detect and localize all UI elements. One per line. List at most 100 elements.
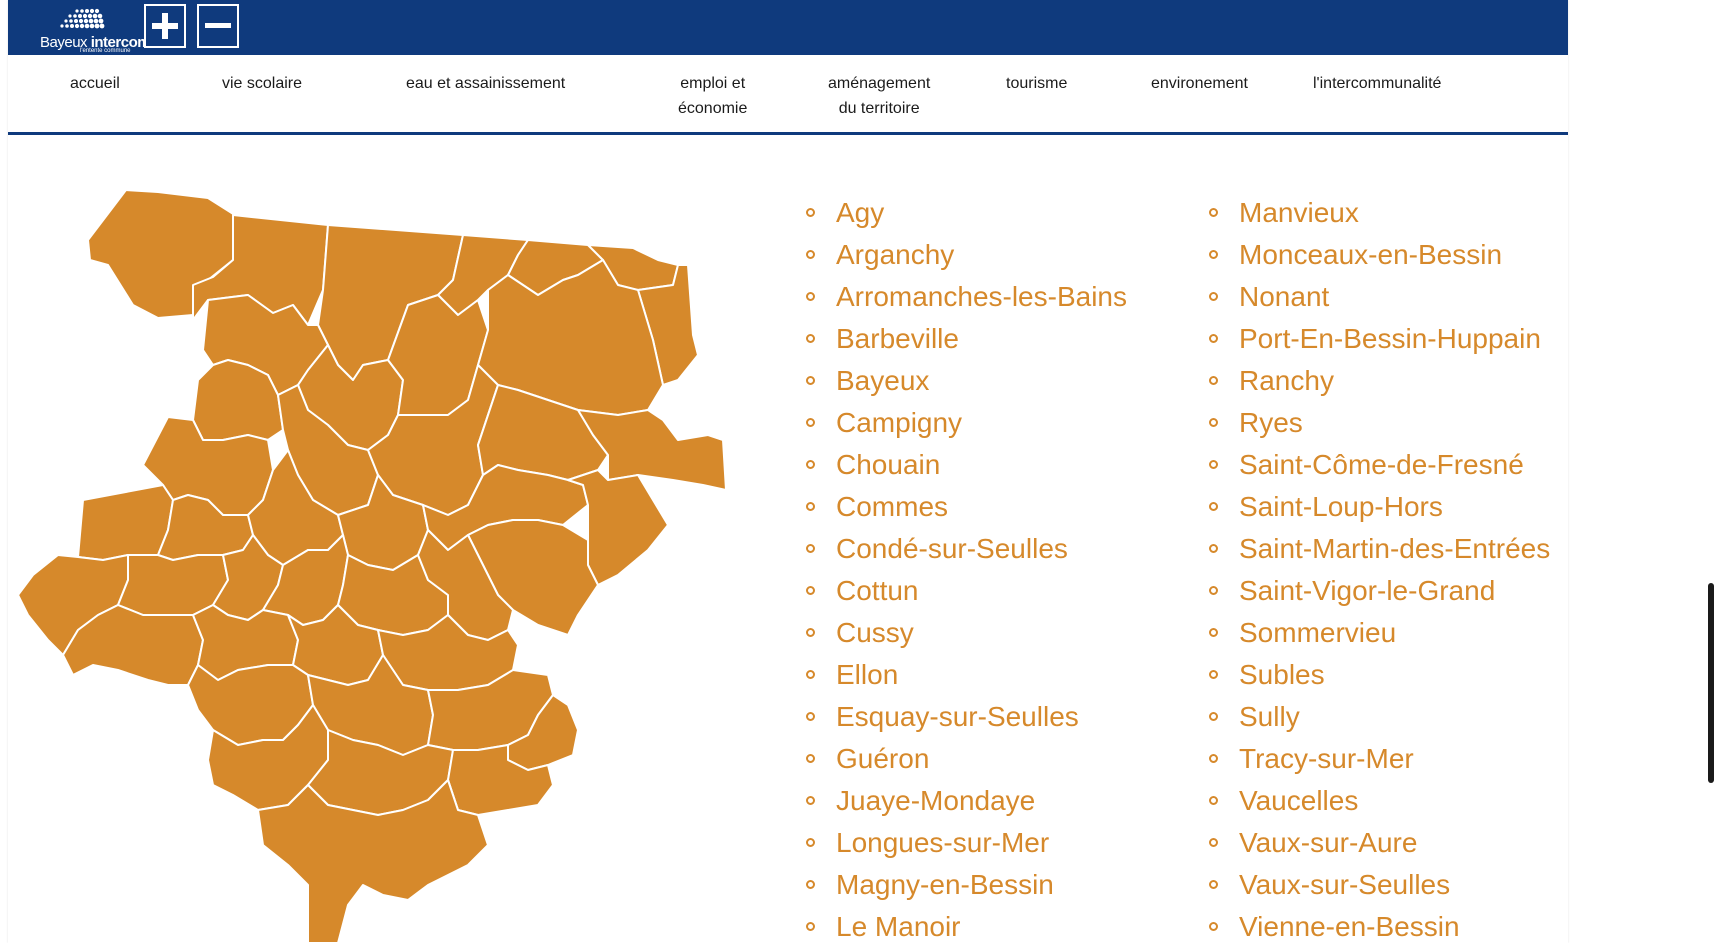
commune-link[interactable]: Nonant bbox=[1209, 276, 1550, 318]
logo-tagline: l'entente commune bbox=[80, 48, 131, 54]
commune-link[interactable]: Saint-Côme-de-Fresné bbox=[1209, 444, 1550, 486]
nav-item-tourisme[interactable]: tourisme bbox=[1006, 71, 1067, 96]
nav-item-label: tourisme bbox=[1006, 75, 1068, 92]
list-bullet-icon bbox=[1209, 754, 1218, 763]
commune-link[interactable]: Tracy-sur-Mer bbox=[1209, 738, 1550, 780]
commune-name: Magny-en-Bessin bbox=[836, 869, 1054, 900]
commune-link[interactable]: Longues-sur-Mer bbox=[806, 822, 1127, 864]
commune-link[interactable]: Chouain bbox=[806, 444, 1127, 486]
list-bullet-icon bbox=[1209, 292, 1218, 301]
commune-name: Ellon bbox=[836, 659, 899, 690]
nav-item-label: aménagement bbox=[828, 75, 931, 92]
list-bullet-icon bbox=[1209, 376, 1218, 385]
commune-name: Saint-Martin-des-Entrées bbox=[1239, 533, 1551, 564]
list-bullet-icon bbox=[806, 880, 815, 889]
commune-link[interactable]: Le Manoir bbox=[806, 906, 1127, 943]
commune-name: Arromanches-les-Bains bbox=[836, 281, 1127, 312]
commune-name: Cottun bbox=[836, 575, 919, 606]
commune-name: Commes bbox=[836, 491, 949, 522]
nav-item-accueil[interactable]: accueil bbox=[70, 71, 120, 96]
nav-item-environement[interactable]: environement bbox=[1151, 71, 1248, 96]
commune-link[interactable]: Commes bbox=[806, 486, 1127, 528]
list-bullet-icon bbox=[1209, 418, 1218, 427]
commune-name: Sully bbox=[1239, 701, 1300, 732]
list-bullet-icon bbox=[806, 628, 815, 637]
commune-link[interactable]: Bayeux bbox=[806, 360, 1127, 402]
commune-link[interactable]: Barbeville bbox=[806, 318, 1127, 360]
commune-link[interactable]: Ranchy bbox=[1209, 360, 1550, 402]
communes-list-column-1: Agy Arganchy Arromanches-les-Bains Barbevil… bbox=[806, 192, 1127, 943]
commune-link[interactable]: Campigny bbox=[806, 402, 1127, 444]
commune-name: Le Manoir bbox=[836, 911, 961, 942]
commune-link[interactable]: Cussy bbox=[806, 612, 1127, 654]
nav-item-vie-scolaire[interactable]: vie scolaire bbox=[222, 71, 302, 96]
commune-name: Campigny bbox=[836, 407, 963, 438]
zoom-in-button[interactable] bbox=[144, 4, 186, 48]
commune-link[interactable]: Condé-sur-Seulles bbox=[806, 528, 1127, 570]
nav-item-emploi-economie[interactable]: emploi et économie bbox=[678, 71, 747, 121]
commune-link[interactable]: Arganchy bbox=[806, 234, 1127, 276]
commune-link[interactable]: Arromanches-les-Bains bbox=[806, 276, 1127, 318]
commune-name: Agy bbox=[836, 197, 885, 228]
commune-name: Saint-Vigor-le-Grand bbox=[1239, 575, 1496, 606]
commune-name: Sommervieu bbox=[1239, 617, 1397, 648]
commune-name: Barbeville bbox=[836, 323, 959, 354]
commune-link[interactable]: Manvieux bbox=[1209, 192, 1550, 234]
site-frame: Bayeux intercom l'entente commune accuei… bbox=[8, 0, 1568, 943]
top-bar: Bayeux intercom l'entente commune bbox=[8, 0, 1568, 55]
main-nav: accueil vie scolaire eau et assainisseme… bbox=[8, 55, 1568, 135]
commune-link[interactable]: Vaux-sur-Seulles bbox=[1209, 864, 1550, 906]
commune-link[interactable]: Saint-Martin-des-Entrées bbox=[1209, 528, 1550, 570]
commune-name: Vaucelles bbox=[1239, 785, 1359, 816]
commune-name: Port-En-Bessin-Huppain bbox=[1239, 323, 1541, 354]
scrollbar-track[interactable] bbox=[1700, 0, 1718, 943]
list-bullet-icon bbox=[806, 796, 815, 805]
list-bullet-icon bbox=[1209, 838, 1218, 847]
page: Bayeux intercom l'entente commune accuei… bbox=[0, 0, 1718, 943]
commune-link[interactable]: Port-En-Bessin-Huppain bbox=[1209, 318, 1550, 360]
commune-link[interactable]: Ellon bbox=[806, 654, 1127, 696]
nav-item-label: vie scolaire bbox=[222, 75, 303, 92]
commune-link[interactable]: Sully bbox=[1209, 696, 1550, 738]
commune-name: Vaux-sur-Aure bbox=[1239, 827, 1418, 858]
nav-item-eau-assainissement[interactable]: eau et assainissement bbox=[406, 71, 565, 96]
zoom-out-button[interactable] bbox=[197, 4, 239, 48]
list-bullet-icon bbox=[1209, 628, 1218, 637]
commune-link[interactable]: Saint-Loup-Hors bbox=[1209, 486, 1550, 528]
nav-item-amenagement[interactable]: aménagement du territoire bbox=[828, 71, 930, 121]
list-bullet-icon bbox=[806, 334, 815, 343]
commune-link[interactable]: Vaucelles bbox=[1209, 780, 1550, 822]
list-bullet-icon bbox=[1209, 712, 1218, 721]
commune-name: Saint-Loup-Hors bbox=[1239, 491, 1443, 522]
list-bullet-icon bbox=[1209, 208, 1218, 217]
list-bullet-icon bbox=[1209, 670, 1218, 679]
nav-item-label-line2: du territoire bbox=[838, 100, 920, 117]
commune-name: Chouain bbox=[836, 449, 941, 480]
commune-link[interactable]: Cottun bbox=[806, 570, 1127, 612]
commune-link[interactable]: Vienne-en-Bessin bbox=[1209, 906, 1550, 943]
list-bullet-icon bbox=[806, 838, 815, 847]
commune-link[interactable]: Esquay-sur-Seulles bbox=[806, 696, 1127, 738]
commune-link[interactable]: Ryes bbox=[1209, 402, 1550, 444]
map-commune[interactable] bbox=[77, 484, 174, 561]
commune-link[interactable]: Agy bbox=[806, 192, 1127, 234]
commune-name: Monceaux-en-Bessin bbox=[1239, 239, 1503, 270]
commune-name: Ryes bbox=[1239, 407, 1303, 438]
list-bullet-icon bbox=[806, 460, 815, 469]
commune-name: Manvieux bbox=[1239, 197, 1359, 228]
commune-link[interactable]: Juaye-Mondaye bbox=[806, 780, 1127, 822]
site-logo[interactable]: Bayeux intercom l'entente commune bbox=[22, 4, 151, 54]
scrollbar-thumb[interactable] bbox=[1708, 583, 1714, 783]
commune-link[interactable]: Subles bbox=[1209, 654, 1550, 696]
commune-link[interactable]: Sommervieu bbox=[1209, 612, 1550, 654]
list-bullet-icon bbox=[806, 418, 815, 427]
list-bullet-icon bbox=[806, 250, 815, 259]
commune-link[interactable]: Vaux-sur-Aure bbox=[1209, 822, 1550, 864]
commune-link[interactable]: Monceaux-en-Bessin bbox=[1209, 234, 1550, 276]
commune-link[interactable]: Saint-Vigor-le-Grand bbox=[1209, 570, 1550, 612]
commune-link[interactable]: Magny-en-Bessin bbox=[806, 864, 1127, 906]
commune-link[interactable]: Guéron bbox=[806, 738, 1127, 780]
commune-name: Vaux-sur-Seulles bbox=[1239, 869, 1451, 900]
nav-item-intercommunalite[interactable]: l'intercommunalité bbox=[1313, 71, 1441, 96]
list-bullet-icon bbox=[1209, 502, 1218, 511]
